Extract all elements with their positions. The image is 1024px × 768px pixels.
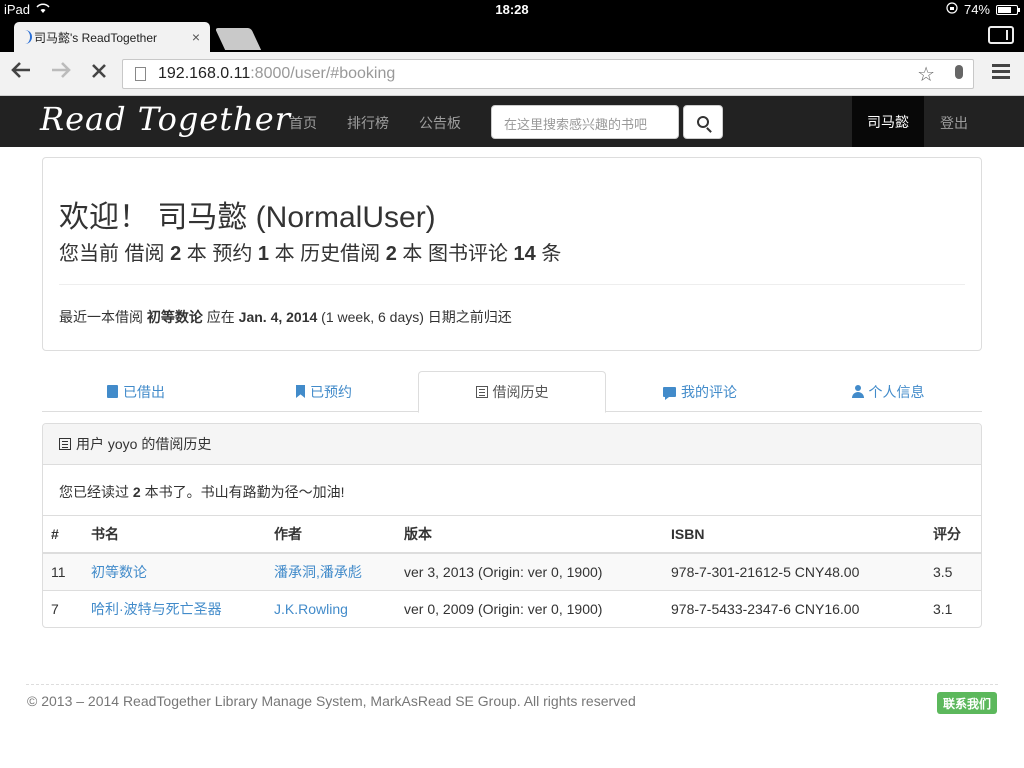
column-header-title: 书名 [83, 516, 266, 554]
cell-id: 7 [43, 589, 83, 627]
browser-menu-icon[interactable] [992, 64, 1010, 82]
cell-edition: ver 3, 2013 (Origin: ver 0, 1900) [396, 552, 663, 590]
search-icon [697, 116, 709, 128]
column-header-edition: 版本 [396, 516, 663, 554]
list-icon [59, 438, 71, 450]
author-link[interactable]: J.K.Rowling [274, 601, 348, 617]
read-count: 2 [132, 484, 141, 500]
column-header-id: # [43, 516, 83, 554]
panel-title: 用户 yoyo 的借阅历史 [76, 436, 212, 452]
bookmark-icon [296, 385, 305, 398]
column-header-rating: 评分 [925, 516, 981, 554]
due-date: Jan. 4, 2014 [238, 309, 318, 325]
rotation-lock-icon [946, 2, 958, 17]
table-row: 11 初等数论 潘承洞,潘承彪 ver 3, 2013 (Origin: ver… [43, 552, 981, 590]
user-icon [851, 385, 864, 398]
tab-borrowed[interactable]: 已借出 [42, 371, 230, 412]
browser-toolbar: 192.168.0.11:8000/user/#booking ☆ [0, 52, 1024, 96]
page-icon [135, 67, 146, 81]
book-icon [107, 385, 118, 398]
borrowed-count: 2 [170, 243, 182, 265]
comment-icon [663, 386, 676, 400]
history-panel: 用户 yoyo 的借阅历史 您已经读过 2 本书了。书山有路勤为径～加油! # … [42, 423, 982, 628]
tab-history[interactable]: 借阅历史 [418, 371, 606, 413]
battery-percent: 74% [963, 2, 990, 17]
cell-rating: 3.5 [925, 552, 981, 590]
footer-divider [26, 684, 998, 685]
column-header-isbn: ISBN [663, 516, 925, 554]
battery-icon [996, 4, 1020, 15]
recent-borrow-notice: 最近一本借阅 初等数论 应在 Jan. 4, 2014 (1 week, 6 d… [59, 309, 512, 325]
nav-link-ranking[interactable]: 排行榜 [347, 113, 389, 133]
close-tab-icon[interactable]: × [192, 29, 200, 45]
welcome-heading: 欢迎！ 司马懿 (NormalUser) [59, 201, 436, 234]
forward-arrow-icon[interactable] [50, 60, 72, 86]
brand-logo[interactable]: Read Together [40, 100, 291, 138]
browser-tab-strip: 司马懿's ReadTogether × [0, 20, 1024, 52]
status-bar: iPad 18:28 74% [0, 0, 1024, 20]
tab-switcher-icon[interactable] [988, 26, 1014, 44]
cell-edition: ver 0, 2009 (Origin: ver 0, 1900) [396, 589, 663, 627]
review-count: 14 [513, 243, 536, 265]
cell-id: 11 [43, 552, 83, 590]
book-title-link[interactable]: 哈利·波特与死亡圣器 [91, 601, 222, 617]
user-tabs: 已借出 已预约 借阅历史 我的评论 个人信息 [42, 371, 982, 413]
recent-book-title: 初等数论 [146, 309, 203, 325]
tab-profile[interactable]: 个人信息 [794, 371, 982, 412]
divider [59, 284, 965, 285]
stop-loading-icon[interactable] [90, 60, 108, 86]
site-navbar: Read Together 首页 排行榜 公告板 在这里搜索感兴趣的书吧 司马懿… [0, 96, 1024, 147]
book-title-link[interactable]: 初等数论 [91, 564, 147, 580]
address-bar[interactable]: 192.168.0.11:8000/user/#booking ☆ [122, 59, 974, 89]
nav-link-home[interactable]: 首页 [289, 113, 317, 133]
history-count: 2 [385, 243, 397, 265]
history-table: # 书名 作者 版本 ISBN 评分 11 初等数论 潘承洞,潘承彪 ver 3… [43, 516, 981, 627]
welcome-panel: 欢迎！ 司马懿 (NormalUser) 您当前 借阅 2 本 预约 1 本 历… [42, 157, 982, 351]
tab-reviews[interactable]: 我的评论 [606, 371, 794, 412]
bookmark-star-icon[interactable]: ☆ [917, 62, 935, 87]
list-icon [475, 386, 488, 398]
user-stats: 您当前 借阅 2 本 预约 1 本 历史借阅 2 本 图书评论 14 条 [59, 243, 562, 265]
clock: 18:28 [495, 2, 529, 17]
url-path: :8000/user/#booking [250, 65, 396, 82]
url-host: 192.168.0.11 [158, 65, 251, 82]
microphone-icon[interactable] [955, 65, 963, 79]
panel-heading: 用户 yoyo 的借阅历史 [43, 424, 981, 465]
contact-us-button[interactable]: 联系我们 [937, 692, 997, 714]
search-input[interactable]: 在这里搜索感兴趣的书吧 [491, 105, 679, 139]
author-link[interactable]: 潘承洞,潘承彪 [274, 564, 362, 580]
browser-tab-title: 司马懿's ReadTogether [34, 30, 158, 45]
browser-tab[interactable]: 司马懿's ReadTogether × [14, 22, 210, 52]
history-summary: 您已经读过 2 本书了。书山有路勤为径～加油! [43, 465, 981, 516]
tab-reserved[interactable]: 已预约 [230, 371, 418, 412]
reserved-count: 1 [257, 243, 270, 265]
nav-link-bulletin[interactable]: 公告板 [419, 113, 461, 133]
search-button[interactable] [683, 105, 723, 139]
footer-copyright: © 2013 – 2014 ReadTogether Library Manag… [27, 693, 636, 709]
table-header-row: # 书名 作者 版本 ISBN 评分 [43, 516, 981, 554]
nav-user-menu[interactable]: 司马懿 [852, 96, 924, 147]
logout-link[interactable]: 登出 [940, 113, 968, 133]
table-row: 7 哈利·波特与死亡圣器 J.K.Rowling ver 0, 2009 (Or… [43, 589, 981, 627]
cell-isbn: 978-7-301-21612-5 CNY48.00 [663, 552, 925, 590]
column-header-author: 作者 [266, 516, 396, 554]
loading-spinner-icon [22, 30, 32, 44]
back-arrow-icon[interactable] [10, 60, 32, 86]
new-tab-button[interactable] [214, 28, 262, 50]
cell-rating: 3.1 [925, 589, 981, 627]
cell-isbn: 978-7-5433-2347-6 CNY16.00 [663, 589, 925, 627]
